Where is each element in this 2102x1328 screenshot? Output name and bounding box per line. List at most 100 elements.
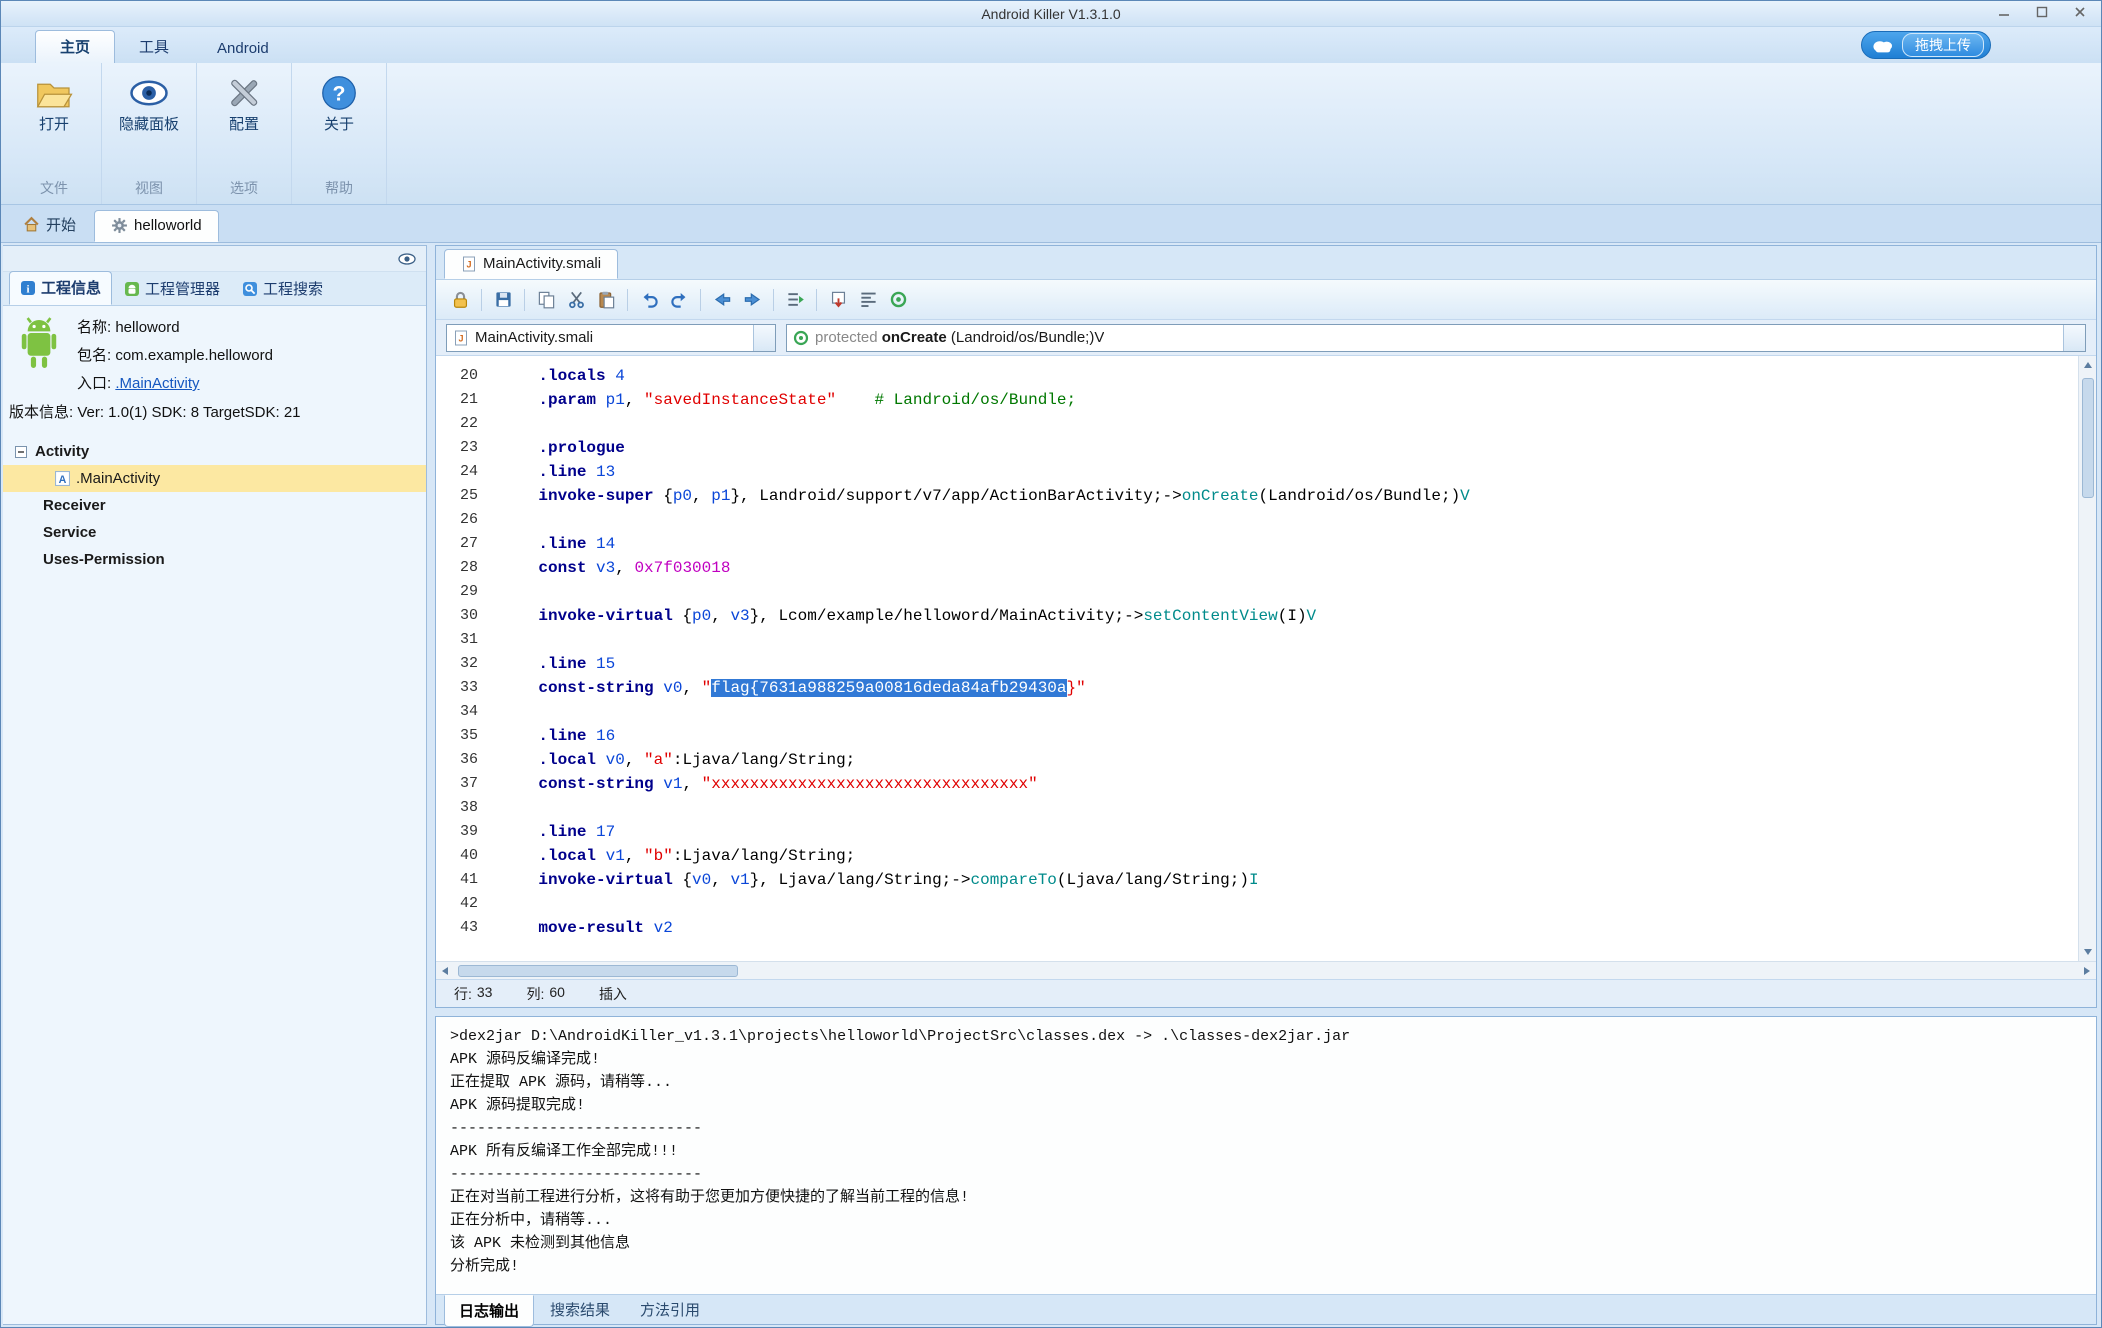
drag-upload-button[interactable]: 拖拽上传 [1902, 33, 1984, 57]
panel-splitter[interactable] [435, 1008, 2097, 1016]
tree-item-usespermission[interactable]: Uses-Permission [3, 546, 426, 573]
code-line[interactable]: 24 .line 13 [436, 460, 2078, 484]
code-line[interactable]: 23 .prologue [436, 436, 2078, 460]
scroll-left-button[interactable] [436, 962, 454, 980]
ribbon-button-隐藏面板[interactable]: 隐藏面板 [110, 69, 188, 139]
vertical-scrollbar[interactable] [2078, 356, 2096, 961]
document-tab-row: 开始helloworld [1, 205, 2101, 243]
code-line[interactable]: 26 [436, 508, 2078, 532]
drag-upload-widget[interactable]: 拖拽上传 [1861, 31, 1991, 59]
code-line[interactable]: 30 invoke-virtual {p0, v3}, Lcom/example… [436, 604, 2078, 628]
code-line[interactable]: 34 [436, 700, 2078, 724]
toolbar-method-ref-button[interactable] [884, 286, 912, 314]
panel-eye-toggle[interactable] [398, 253, 416, 265]
method-combo-dropdown-button[interactable] [2063, 325, 2085, 351]
line-number: 43 [436, 916, 500, 940]
code-line[interactable]: 40 .local v1, "b":Ljava/lang/String; [436, 844, 2078, 868]
toolbar-save-button[interactable] [489, 286, 517, 314]
toolbar-redo-button[interactable] [665, 286, 693, 314]
entry-activity-link[interactable]: .MainActivity [115, 375, 199, 392]
toolbar-back-button[interactable] [708, 286, 736, 314]
code-line[interactable]: 41 invoke-virtual {v0, v1}, Ljava/lang/S… [436, 868, 2078, 892]
entry-row: 入口: .MainActivity [77, 372, 273, 393]
log-tab-方法引用[interactable]: 方法引用 [626, 1295, 714, 1325]
toolbar-export-button[interactable] [824, 286, 852, 314]
toolbar-goto-button[interactable] [781, 286, 809, 314]
ribbon-tab-工具[interactable]: 工具 [115, 31, 193, 63]
editor-panel: J MainActivity.smali J MainActivity.smal… [435, 245, 2097, 1008]
ribbon-tab-Android[interactable]: Android [193, 35, 293, 63]
horizontal-scroll-thumb[interactable] [458, 965, 738, 977]
sidebar-tab-工程管理器[interactable]: 工程管理器 [114, 273, 230, 305]
code-line[interactable]: 27 .line 14 [436, 532, 2078, 556]
code-line[interactable]: 32 .line 15 [436, 652, 2078, 676]
log-output: >dex2jar D:\AndroidKiller_v1.3.1\project… [436, 1017, 2096, 1294]
tree-item-activity[interactable]: Activity [3, 438, 426, 465]
horizontal-scrollbar[interactable] [436, 961, 2096, 979]
sidebar-tab-工程信息[interactable]: i工程信息 [9, 271, 112, 305]
code-line[interactable]: 35 .line 16 [436, 724, 2078, 748]
ribbon-tab-主页[interactable]: 主页 [35, 30, 115, 63]
file-combo[interactable]: J MainActivity.smali [446, 324, 776, 352]
code-line[interactable]: 43 move-result v2 [436, 916, 2078, 940]
project-sidebar: i工程信息工程管理器工程搜索 名称: helloword 包名: com.exa… [3, 245, 427, 1325]
code-line[interactable]: 39 .line 17 [436, 820, 2078, 844]
toolbar-cut-button[interactable] [562, 286, 590, 314]
code-line[interactable]: 37 const-string v1, "xxxxxxxxxxxxxxxxxxx… [436, 772, 2078, 796]
log-tab-搜索结果[interactable]: 搜索结果 [536, 1295, 624, 1325]
maximize-button[interactable] [2025, 5, 2059, 23]
version-info: 版本信息: Ver: 1.0(1) SDK: 8 TargetSDK: 21 [3, 397, 426, 430]
toolbar-forward-button[interactable] [738, 286, 766, 314]
code-line[interactable]: 29 [436, 580, 2078, 604]
document-tab-开始[interactable]: 开始 [7, 208, 92, 242]
scroll-right-button[interactable] [2078, 962, 2096, 980]
tree-item-mainactivity[interactable]: A.MainActivity [3, 465, 426, 492]
method-icon [793, 330, 809, 346]
code-line[interactable]: 36 .local v0, "a":Ljava/lang/String; [436, 748, 2078, 772]
method-modifier: protected [815, 329, 878, 346]
toolbar-copy-button[interactable] [532, 286, 560, 314]
ribbon-button-打开[interactable]: 打开 [15, 69, 93, 139]
code-line[interactable]: 38 [436, 796, 2078, 820]
scroll-down-button[interactable] [2079, 943, 2097, 961]
toolbar-undo-button[interactable] [635, 286, 663, 314]
tree-item-receiver[interactable]: Receiver [3, 492, 426, 519]
sidebar-tab-工程搜索[interactable]: 工程搜索 [232, 273, 333, 305]
expand-minus-icon[interactable] [15, 446, 27, 458]
ribbon-button-配置[interactable]: 配置 [205, 69, 283, 139]
export-icon [829, 290, 848, 309]
code-text: .line 14 [500, 532, 615, 556]
code-line[interactable]: 21 .param p1, "savedInstanceState" # Lan… [436, 388, 2078, 412]
document-tab-helloworld[interactable]: helloworld [94, 210, 219, 242]
open-folder-icon [34, 73, 74, 113]
code-line[interactable]: 20 .locals 4 [436, 364, 2078, 388]
line-number: 20 [436, 364, 500, 388]
svg-text:i: i [26, 283, 29, 295]
method-combo[interactable]: protected onCreate (Landroid/os/Bundle;)… [786, 324, 2086, 352]
close-button[interactable] [2063, 5, 2097, 23]
toolbar-format-button[interactable] [854, 286, 882, 314]
vertical-scroll-thumb[interactable] [2082, 378, 2094, 498]
code-line[interactable]: 28 const v3, 0x7f030018 [436, 556, 2078, 580]
ribbon-button-label: 打开 [23, 116, 85, 135]
toolbar-paste-button[interactable] [592, 286, 620, 314]
editor-tab-mainactivity[interactable]: J MainActivity.smali [444, 249, 618, 279]
toolbar-lock-button[interactable] [446, 286, 474, 314]
code-line[interactable]: 22 [436, 412, 2078, 436]
log-tab-日志输出[interactable]: 日志输出 [444, 1295, 534, 1327]
code-line[interactable]: 42 [436, 892, 2078, 916]
package-name-label: 包名: [77, 347, 111, 364]
close-icon [2074, 5, 2086, 22]
code-line[interactable]: 33 const-string v0, "flag{7631a988259a00… [436, 676, 2078, 700]
code-lines[interactable]: 20 .locals 421 .param p1, "savedInstance… [436, 356, 2078, 961]
scroll-left-icon [442, 967, 448, 975]
code-line[interactable]: 31 [436, 628, 2078, 652]
editor-tab-row: J MainActivity.smali [436, 246, 2096, 280]
tree-item-service[interactable]: Service [3, 519, 426, 546]
minimize-button[interactable] [1987, 5, 2021, 23]
code-line[interactable]: 25 invoke-super {p0, p1}, Landroid/suppo… [436, 484, 2078, 508]
scroll-up-button[interactable] [2079, 356, 2097, 374]
ribbon-button-关于[interactable]: ?关于 [300, 69, 378, 139]
navigation-bar: J MainActivity.smali protected onCreate … [436, 320, 2096, 356]
file-combo-dropdown-button[interactable] [753, 325, 775, 351]
